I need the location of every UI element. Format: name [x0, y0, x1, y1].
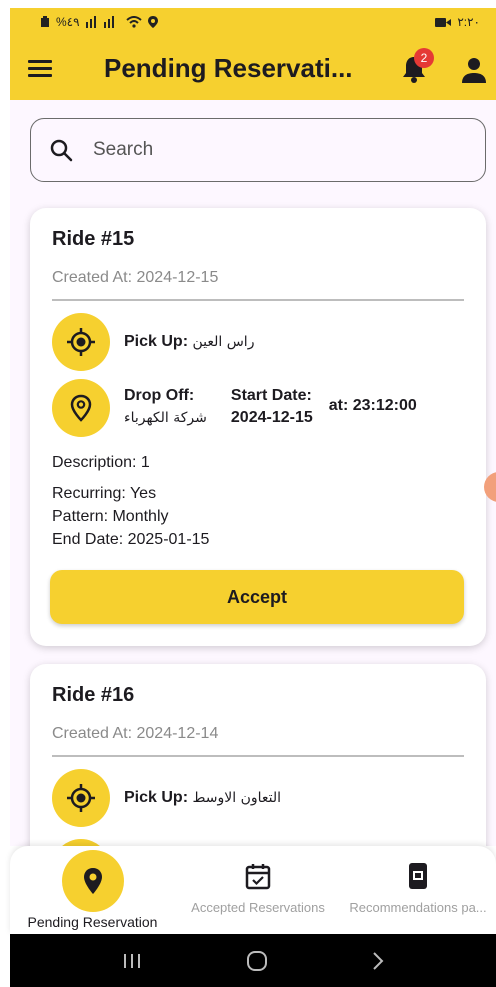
start-time: at: 23:12:00: [328, 396, 417, 414]
back-icon[interactable]: [371, 951, 385, 971]
description: Description: 1: [52, 453, 150, 471]
nav-label: Pending Reservation: [27, 914, 158, 930]
search-input[interactable]: Search: [93, 139, 153, 161]
pickup-text: Pick Up: التعاون الاوسط: [124, 789, 281, 807]
battery-percent: %٤٩: [56, 15, 80, 29]
dropoff-pin-icon: [52, 838, 110, 846]
dropoff-row: [52, 838, 464, 846]
notifications-button[interactable]: 2: [400, 48, 434, 88]
accept-button[interactable]: Accept: [50, 570, 464, 624]
start-date-value: 2024-12-15: [230, 408, 313, 426]
hamburger-icon: [28, 59, 52, 77]
system-navigation-bar: [10, 934, 496, 987]
nav-accepted-reservations[interactable]: Accepted Reservations: [178, 846, 338, 934]
nav-label: Recommendations pa...: [349, 900, 487, 915]
reservation-card: Ride #15 Created At: 2024-12-15 Pick Up:…: [30, 208, 486, 646]
pickup-row: Pick Up: التعاون الاوسط: [52, 768, 464, 827]
pickup-value: التعاون الاوسط: [192, 789, 282, 806]
nav-recommendations[interactable]: Recommendations pa...: [340, 846, 496, 934]
pickup-row: Pick Up: راس العين: [52, 312, 464, 371]
reservation-card: Ride #16 Created At: 2024-12-14 Pick Up:…: [30, 664, 486, 846]
video-record-icon: [435, 17, 452, 27]
bottom-navigation: Pending Reservation Accepted Reservation…: [10, 846, 496, 934]
page-title: Pending Reservati...: [104, 52, 353, 83]
pickup-value: راس العين: [192, 333, 255, 350]
battery-icon: [41, 16, 49, 27]
pattern: Pattern: Monthly: [52, 507, 169, 525]
recent-apps-icon[interactable]: [121, 952, 143, 970]
created-date: Created At: 2024-12-15: [52, 269, 219, 286]
nav-label: Accepted Reservations: [191, 900, 325, 915]
ticket-icon: [404, 862, 432, 890]
recurring: Recurring: Yes: [52, 484, 157, 502]
pickup-text: Pick Up: راس العين: [124, 333, 254, 351]
start-date-label: Start Date:: [230, 386, 312, 404]
dropoff-row: Drop Off: شركة الكهرباء Start Date: 2024…: [52, 378, 464, 437]
location-status-icon: [147, 16, 158, 28]
home-icon[interactable]: [246, 950, 268, 972]
divider: [52, 299, 464, 301]
signal-icon: [85, 16, 114, 28]
created-date: Created At: 2024-12-14: [52, 725, 219, 742]
ride-title: Ride #16: [52, 684, 135, 706]
dropoff-value: شركة الكهرباء: [124, 409, 207, 426]
wifi-icon: [125, 16, 142, 28]
app-bar: Pending Reservati... 2: [10, 36, 496, 100]
status-bar: %٤٩ ٢:٢٠: [10, 8, 496, 36]
pickup-label: Pick Up:: [124, 788, 189, 806]
ride-title: Ride #15: [52, 228, 135, 250]
search-bar[interactable]: Search: [30, 118, 486, 182]
profile-button[interactable]: [460, 56, 488, 84]
reservations-list[interactable]: Search Ride #15 Created At: 2024-12-15 P…: [10, 100, 496, 846]
calendar-check-icon: [244, 862, 272, 890]
dropoff-label: Drop Off:: [124, 386, 195, 404]
notification-badge: 2: [414, 48, 434, 68]
nav-pending-reservation[interactable]: Pending Reservation: [10, 846, 175, 934]
person-icon: [462, 58, 486, 83]
pickup-target-icon: [52, 312, 110, 371]
end-date: End Date: 2025-01-15: [52, 530, 210, 548]
clock: ٢:٢٠: [457, 15, 480, 29]
menu-button[interactable]: [10, 36, 70, 100]
location-pin-icon: [61, 850, 124, 912]
status-left: %٤٩: [40, 15, 158, 29]
divider: [52, 755, 464, 757]
status-right: ٢:٢٠: [435, 15, 480, 29]
start-date: Start Date: 2024-12-15: [231, 379, 313, 429]
dropoff-text: Drop Off: شركة الكهرباء: [124, 379, 207, 429]
search-icon: [50, 139, 73, 162]
dropoff-pin-icon: [52, 378, 110, 437]
pickup-target-icon: [52, 768, 110, 827]
pickup-label: Pick Up:: [124, 332, 189, 350]
